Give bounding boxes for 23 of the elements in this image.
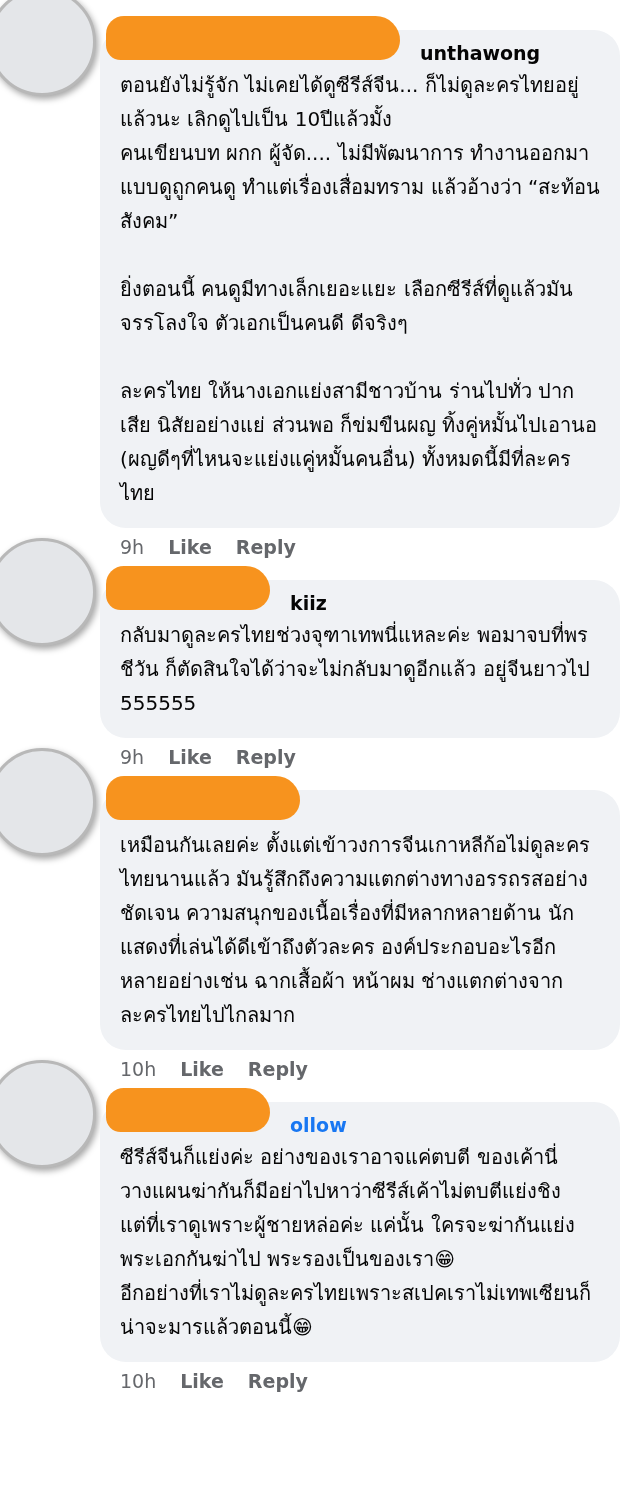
- avatar[interactable]: [0, 0, 96, 96]
- reply-button[interactable]: Reply: [247, 1058, 308, 1080]
- comment-text: ซีรีส์จีนก็แย่งค่ะ อย่างของเราอาจแค่ตบตี ของเค้านี่วางแผนฆ่ากันก็มีอย่าไปหาว่าซีรีส์เค้าไม่ตบตีแย่งชิง แต่ที่เราดูเพราะผู้ชายหล่อค่ะ แค่นั้น ใครจะฆ่ากันแย่งพระเอกกันฆ่าไป พระรองเป็นของเรา😁 อีกอย่างที่เราไม่ดูละครไทยเพราะสเปคเราไม่เทพเซียนก็น่าจะมารแล้วตอนนี้😁: [120, 1142, 592, 1341]
- like-button[interactable]: Like: [168, 536, 212, 558]
- timestamp: 10h: [120, 1058, 157, 1080]
- author-name[interactable]: unthawong: [420, 42, 541, 64]
- like-button[interactable]: Like: [180, 1370, 224, 1392]
- author-name[interactable]: kiiz: [290, 592, 327, 614]
- reply-button[interactable]: Reply: [247, 1370, 308, 1392]
- comment-text: ตอนยังไม่รู้จัก ไม่เคยได้ดูซีรีส์จีน... ก็ไม่ดูละครไทยอยู่แล้วนะ เลิกดูไปเป็น 10ปีแล้วมั้ง คนเขียนบท ผกก ผู้จัด.... ไม่มีพัฒนาการ ทำงานออกมาแบบดูถูกคนดู ทำแต่เรื่องเสื่อมทราม แล้วอ้างว่า “สะท้อนสังคม” ยิ่งตอนนี้ คนดูมีทางเล็กเยอะแยะ เลือกซีรีส์ที่ดูแล้วมันจรรโลงใจ ตัวเอกเป็นคนดี ดีจริงๆ ละครไทย ให้นางเอกแย่งสามีชาวบ้าน ร่านไปทั่ว ปากเสีย นิสัยอย่างแย่ ส่วนพอ ก็ข่มขืนผญ ทิ้งคู่หมั้นไปเอานอ (ผญดีๆที่ไหนจะแย่งแคู่หมั้นคนอื่น) ทั้งหมดนี้มีที่ละครไทย: [120, 71, 602, 507]
- reply-button[interactable]: Reply: [235, 536, 296, 558]
- comment-text: เหมือนกันเลยค่ะ ตั้งแต่เข้าวงการจีนเกาหลีก้อไม่ดูละครไทยนานแล้ว มันรู้สึกถึงความแตกต่างทางอรรถรสอย่างชัดเจน ความสนุกของเนื้อเรื่องที่มีหลากหลายด้าน นักแสดงที่เล่นได้ดีเข้าถึงตัวละคร องค์ประกอบอะไรอีกหลายอย่างเช่น ฉากเสื้อผ้า หน้าผม ช่างแตกต่างจากละครไทยไปไกลมาก: [120, 830, 592, 1029]
- timestamp: 10h: [120, 1370, 157, 1392]
- reply-button[interactable]: Reply: [235, 746, 296, 768]
- avatar[interactable]: [0, 538, 96, 646]
- timestamp: 9h: [120, 536, 145, 558]
- follow-link[interactable]: ollow: [290, 1114, 347, 1136]
- like-button[interactable]: Like: [180, 1058, 224, 1080]
- like-button[interactable]: Like: [168, 746, 212, 768]
- comment-text: กลับมาดูละครไทยช่วงจุฑาเทพนี่แหละค่ะ พอมาจบที่พรชีวัน ก็ตัดสินใจได้ว่าจะไม่กลับมาดูอีกแล้ว อยู่จีนยาวไป 555555: [120, 620, 591, 717]
- avatar[interactable]: [0, 748, 96, 856]
- avatar[interactable]: [0, 1060, 96, 1168]
- timestamp: 9h: [120, 746, 145, 768]
